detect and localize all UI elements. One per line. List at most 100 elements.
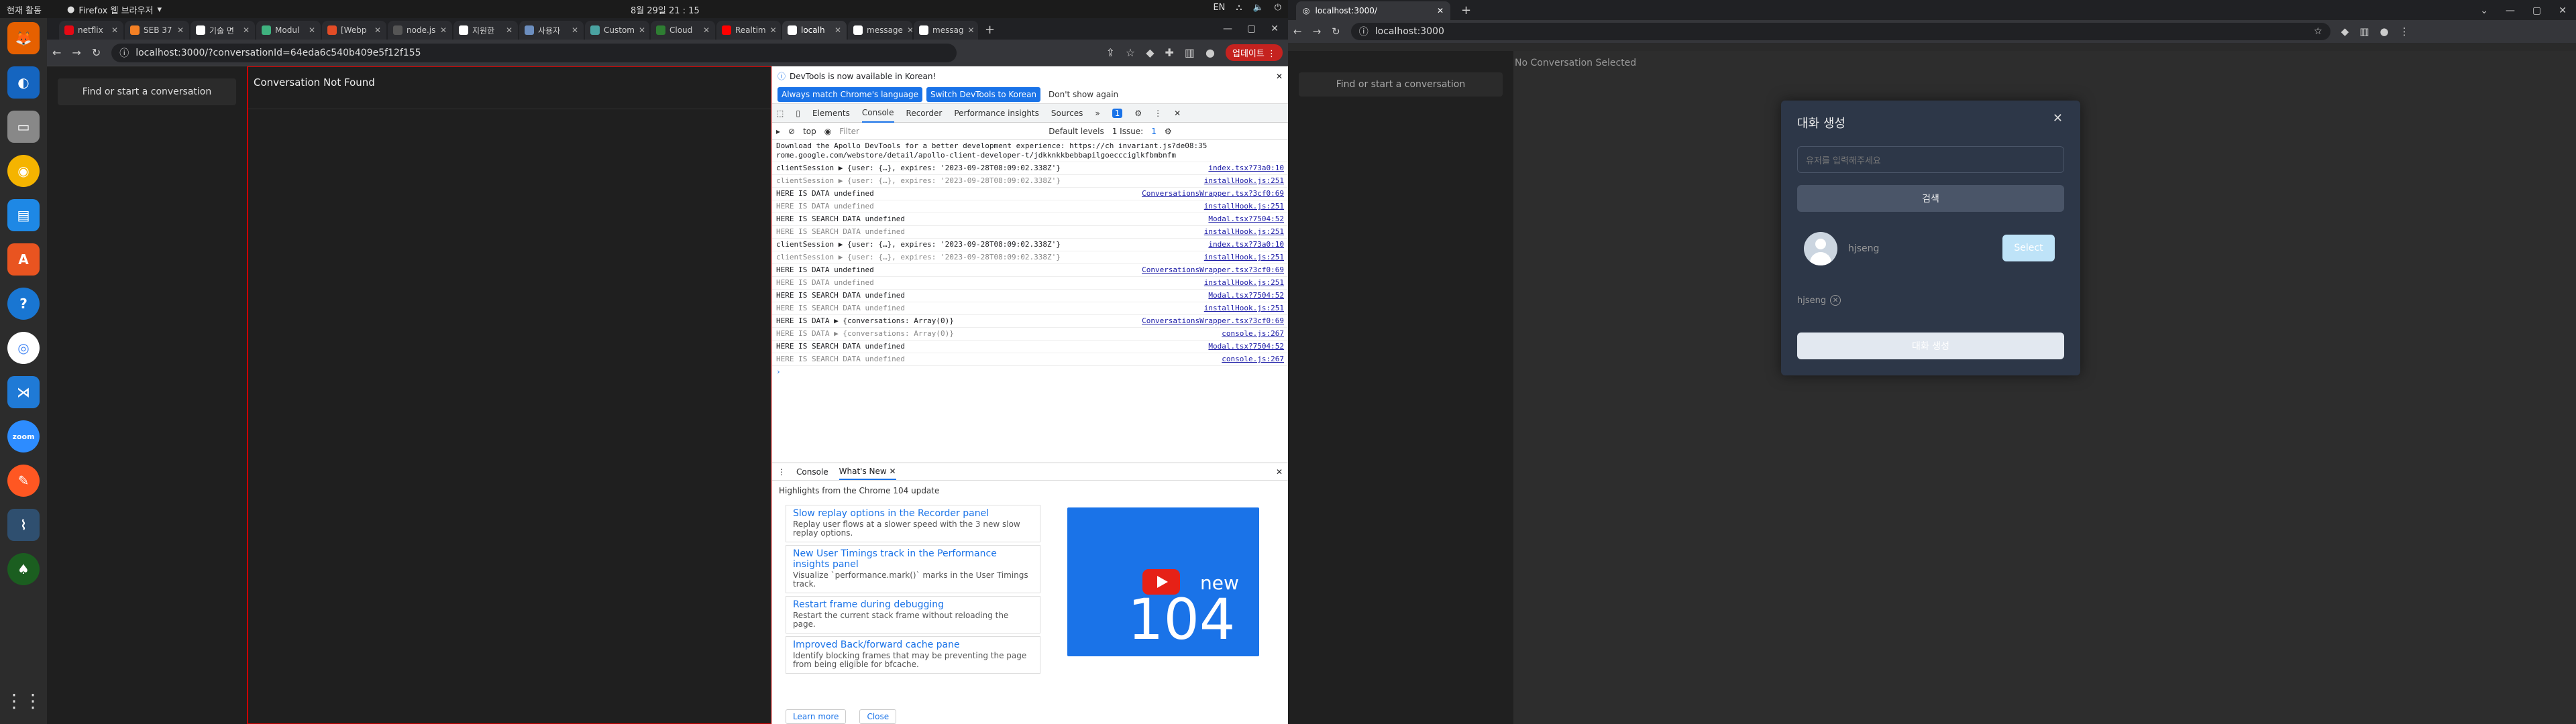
remove-icon[interactable]: ✕ [1830, 295, 1841, 306]
source-link[interactable]: installHook.js:251 [1204, 176, 1284, 186]
drawer-tab-console[interactable]: Console [796, 467, 828, 477]
source-link[interactable]: installHook.js:251 [1204, 278, 1284, 288]
source-link[interactable]: console.js:267 [1222, 355, 1284, 364]
source-link[interactable]: Modal.tsx?7504:52 [1208, 342, 1284, 351]
browser-tab[interactable]: 기술 면 ✕ [191, 21, 255, 40]
language-indicator[interactable]: EN [1213, 3, 1225, 13]
close-tab-icon[interactable]: ✕ [835, 25, 841, 35]
more-tabs-icon[interactable]: » [1095, 109, 1099, 118]
device-toolbar-icon[interactable]: ▯ [796, 109, 800, 118]
source-link[interactable]: ConversationsWrapper.tsx?3cf0:69 [1142, 316, 1284, 326]
tab-localhost[interactable]: ◎ localhost:3000/ ✕ [1296, 1, 1450, 20]
source-link[interactable]: ConversationsWrapper.tsx?3cf0:69 [1142, 265, 1284, 275]
share-icon[interactable]: ⇪ [1106, 46, 1114, 59]
new-tab-button[interactable]: + [1456, 3, 1477, 20]
close-tab-icon[interactable]: ✕ [968, 25, 975, 35]
source-link[interactable]: installHook.js:251 [1204, 202, 1284, 211]
filter-input[interactable]: Filter [839, 127, 1040, 136]
extension-icon[interactable]: ◆ [2341, 25, 2349, 38]
console-prompt[interactable]: › [772, 366, 1288, 377]
vscode-icon[interactable]: ⋊ [7, 376, 40, 408]
source-link[interactable]: console.js:267 [1222, 329, 1284, 339]
zoom-icon[interactable]: zoom [7, 420, 40, 452]
browser-tab[interactable]: Custom ✕ [585, 21, 649, 40]
writer-icon[interactable]: ▤ [7, 199, 40, 231]
close-tab-icon[interactable]: ✕ [770, 25, 777, 35]
postman-icon[interactable]: ✎ [7, 465, 40, 497]
browser-tab[interactable]: netflix ✕ [59, 21, 123, 40]
source-link[interactable]: installHook.js:251 [1204, 304, 1284, 313]
tab-performance-insights[interactable]: Performance insights [954, 109, 1039, 118]
select-user-button[interactable]: Select [2002, 235, 2055, 261]
close-tab-icon[interactable]: ✕ [374, 25, 381, 35]
source-link[interactable]: Modal.tsx?7504:52 [1208, 215, 1284, 224]
source-link[interactable]: index.tsx?73a0:10 [1208, 164, 1284, 173]
clock[interactable]: 8월 29일 21 : 15 [631, 3, 700, 16]
new-tab-button[interactable]: + [979, 23, 1000, 40]
close-icon[interactable]: ✕ [2053, 111, 2063, 125]
forward-button[interactable]: → [1313, 25, 1322, 38]
username-input[interactable]: 유저를 입력해주세요 [1797, 146, 2064, 173]
source-link[interactable]: index.tsx?73a0:10 [1208, 240, 1284, 249]
inspect-icon[interactable]: ⬚ [776, 109, 784, 118]
help-icon[interactable]: ? [7, 288, 40, 320]
news-title-link[interactable]: Improved Back/forward cache pane [793, 640, 1033, 650]
close-drawer-icon[interactable]: ✕ [1276, 467, 1283, 477]
news-title-link[interactable]: Restart frame during debugging [793, 599, 1033, 610]
source-link[interactable]: installHook.js:251 [1204, 253, 1284, 262]
source-link[interactable]: installHook.js:251 [1204, 227, 1284, 237]
maximize-button[interactable]: ▢ [1247, 23, 1256, 34]
levels-select[interactable]: Default levels [1049, 127, 1104, 136]
news-title-link[interactable]: Slow replay options in the Recorder pane… [793, 508, 1033, 519]
learn-more-button[interactable]: Learn more [786, 709, 847, 724]
close-tab-icon[interactable]: ✕ [243, 25, 250, 35]
browser-tab[interactable]: [Webp ✕ [322, 21, 386, 40]
reload-button[interactable]: ↻ [92, 46, 101, 59]
news-title-link[interactable]: New User Timings track in the Performanc… [793, 548, 1033, 570]
close-tab-icon[interactable]: ✕ [440, 25, 447, 35]
activities-button[interactable]: 현재 활동 [7, 3, 42, 16]
source-link[interactable]: Modal.tsx?7504:52 [1208, 291, 1284, 300]
tab-search-icon[interactable]: ⌄ [2480, 5, 2488, 16]
create-conversation-button[interactable]: 대화 생성 [1797, 333, 2064, 359]
chrome-104-video[interactable]: new 104 [1067, 507, 1259, 656]
sidepanel-icon[interactable]: ▥ [1185, 46, 1195, 59]
issues-count[interactable]: 1 [1151, 127, 1157, 136]
tab-console[interactable]: Console [861, 104, 894, 123]
eye-icon[interactable]: ◉ [824, 127, 831, 136]
browser-tab[interactable]: Modul ✕ [256, 21, 321, 40]
kebab-menu-icon[interactable]: ⋮ [1154, 109, 1162, 118]
match-language-button[interactable]: Always match Chrome's language [777, 87, 922, 102]
forward-button[interactable]: → [72, 46, 80, 59]
tab-elements[interactable]: Elements [812, 109, 850, 118]
issues-label[interactable]: 1 Issue: [1112, 127, 1144, 136]
sidebar-toggle-icon[interactable]: ▸ [776, 127, 780, 136]
tab-recorder[interactable]: Recorder [906, 109, 943, 118]
extension-icon[interactable]: ◆ [1146, 46, 1154, 59]
source-link[interactable]: ConversationsWrapper.tsx?3cf0:69 [1142, 189, 1284, 198]
mysql-workbench-icon[interactable]: ⌇ [7, 509, 40, 541]
software-center-icon[interactable]: A [7, 243, 40, 276]
browser-tab[interactable]: Realtim ✕ [716, 21, 781, 40]
address-bar[interactable]: ⓘ localhost:3000 ☆ [1350, 23, 2330, 40]
sidepanel-icon[interactable]: ▥ [2359, 25, 2369, 38]
settings-gear-icon[interactable]: ⚙ [1134, 109, 1142, 118]
update-button[interactable]: 업데이트 ⋮ [1226, 44, 1283, 61]
maximize-button[interactable]: ▢ [2532, 5, 2541, 16]
back-button[interactable]: ← [1293, 25, 1302, 38]
avatar[interactable]: ● [2379, 25, 2388, 38]
bookmark-star-icon[interactable]: ☆ [1126, 46, 1135, 59]
browser-tab[interactable]: Cloud ✕ [651, 21, 715, 40]
drawer-tab-whats-new[interactable]: What's New ✕ [839, 464, 896, 480]
firefox-icon[interactable]: 🦊 [7, 22, 40, 54]
bookmark-star-icon[interactable]: ☆ [2314, 26, 2322, 37]
drawer-menu-icon[interactable]: ⋮ [777, 467, 786, 477]
close-tab-icon[interactable]: ✕ [639, 25, 645, 35]
browser-tab[interactable]: node.js ✕ [388, 21, 452, 40]
browser-tab[interactable]: messag ✕ [914, 21, 978, 40]
close-tab-icon[interactable]: ✕ [572, 25, 578, 35]
message-badge[interactable]: 1 [1112, 108, 1123, 118]
close-tab-icon[interactable]: ✕ [506, 25, 513, 35]
search-button[interactable]: 검색 [1797, 185, 2064, 212]
browser-tab[interactable]: 지원한 ✕ [453, 21, 518, 40]
